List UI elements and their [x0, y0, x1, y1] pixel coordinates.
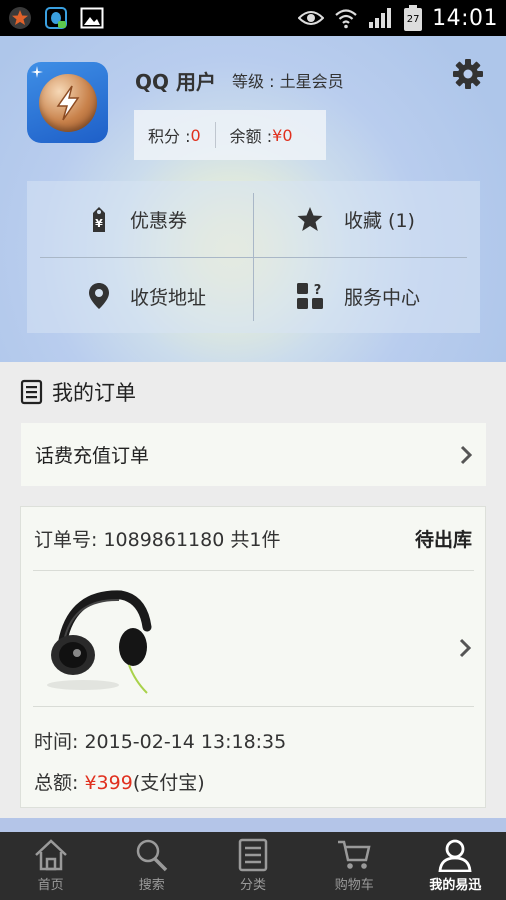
chevron-right-icon: [459, 638, 471, 658]
nav-label: 分类: [240, 878, 267, 893]
user-level: 等级 : 土星会员: [232, 72, 344, 91]
recharge-orders-label: 话费充值订单: [35, 445, 150, 467]
order-total-price: ¥399: [84, 772, 133, 794]
profile-menu-grid: ¥ 优惠券 收藏 (1) 收货地址 ? 服务中心: [27, 181, 480, 333]
qq-notification-icon: [45, 7, 67, 29]
nav-my-account[interactable]: 我的易迅: [405, 832, 506, 900]
chevron-right-icon: [460, 445, 472, 464]
points-label: 积分 :: [148, 127, 191, 146]
avatar[interactable]: [27, 62, 108, 143]
wifi-icon: [335, 9, 357, 29]
nav-label: 搜索: [138, 878, 165, 893]
eye-icon: [298, 11, 325, 25]
clock: 14:01: [432, 5, 498, 31]
stats-divider: [214, 122, 216, 148]
menu-item-service-center[interactable]: ? 服务中心: [254, 258, 480, 334]
service-grid-icon: ?: [297, 283, 323, 309]
user-icon: [438, 839, 472, 872]
order-total: 总额: ¥399(支付宝): [34, 768, 205, 795]
bottom-strip: [0, 818, 506, 832]
order-card[interactable]: 订单号: 1089861180 共1件 待出库 时间: 2015-02-14 1…: [20, 506, 486, 808]
headphones-product-image[interactable]: [43, 585, 153, 695]
nav-label: 我的易迅: [429, 878, 482, 893]
nav-cart[interactable]: 购物车: [304, 832, 405, 900]
points-value: 0: [190, 125, 201, 145]
order-total-label: 总额:: [34, 772, 85, 794]
user-name: QQ 用户: [135, 70, 216, 94]
balance-value: ¥0: [272, 125, 293, 145]
card-divider: [33, 706, 474, 707]
category-list-icon: [238, 838, 268, 872]
document-list-icon: [20, 379, 43, 405]
order-payment-method: (支付宝): [132, 772, 205, 794]
recharge-orders-row[interactable]: 话费充值订单: [21, 423, 486, 486]
app-notification-icon: [9, 7, 31, 29]
map-pin-icon: [89, 283, 109, 309]
star-icon: [297, 207, 323, 231]
nav-label: 购物车: [334, 878, 374, 893]
menu-item-coupons[interactable]: ¥ 优惠券: [27, 181, 253, 257]
balance-label: 余额 :: [229, 127, 273, 146]
lightning-icon: [56, 85, 79, 120]
cart-icon: [338, 840, 371, 869]
status-bar: 27 14:01: [0, 0, 506, 36]
menu-item-label: 服务中心: [344, 286, 421, 309]
svg-text:¥: ¥: [95, 217, 103, 230]
home-icon: [34, 839, 67, 871]
menu-item-label: 优惠券: [130, 209, 188, 232]
battery-level: 27: [406, 14, 420, 25]
battery-icon: 27: [404, 5, 423, 31]
nav-category[interactable]: 分类: [202, 832, 303, 900]
menu-item-favorites[interactable]: 收藏 (1): [254, 181, 480, 257]
nav-label: 首页: [37, 878, 64, 893]
order-time: 时间: 2015-02-14 13:18:35: [34, 731, 287, 753]
profile-header: QQ 用户 等级 : 土星会员 积分 : 0 余额 : ¥0 ¥ 优惠券 收藏 …: [0, 36, 506, 362]
menu-item-label: 收藏 (1): [344, 209, 415, 232]
menu-item-label: 收货地址: [130, 286, 207, 309]
search-icon: [136, 839, 168, 872]
nav-home[interactable]: 首页: [0, 832, 101, 900]
menu-item-address[interactable]: 收货地址: [27, 258, 253, 334]
bottom-navigation: 首页 搜索 分类 购物车 我的易迅: [0, 832, 506, 900]
svg-text:?: ?: [314, 283, 322, 298]
card-divider: [33, 570, 474, 571]
orders-section-title: 我的订单: [20, 376, 136, 408]
image-notification-icon: [80, 7, 104, 29]
account-stats: 积分 : 0 余额 : ¥0: [134, 110, 326, 160]
coupon-tag-icon: ¥: [93, 207, 105, 232]
order-number: 订单号: 1089861180 共1件: [34, 529, 281, 551]
nav-search[interactable]: 搜索: [101, 832, 202, 900]
order-status: 待出库: [414, 529, 472, 551]
sparkle-icon: [31, 66, 43, 78]
signal-icon: [369, 8, 392, 28]
settings-gear-icon[interactable]: [452, 58, 484, 90]
orders-title-text: 我的订单: [52, 381, 136, 405]
